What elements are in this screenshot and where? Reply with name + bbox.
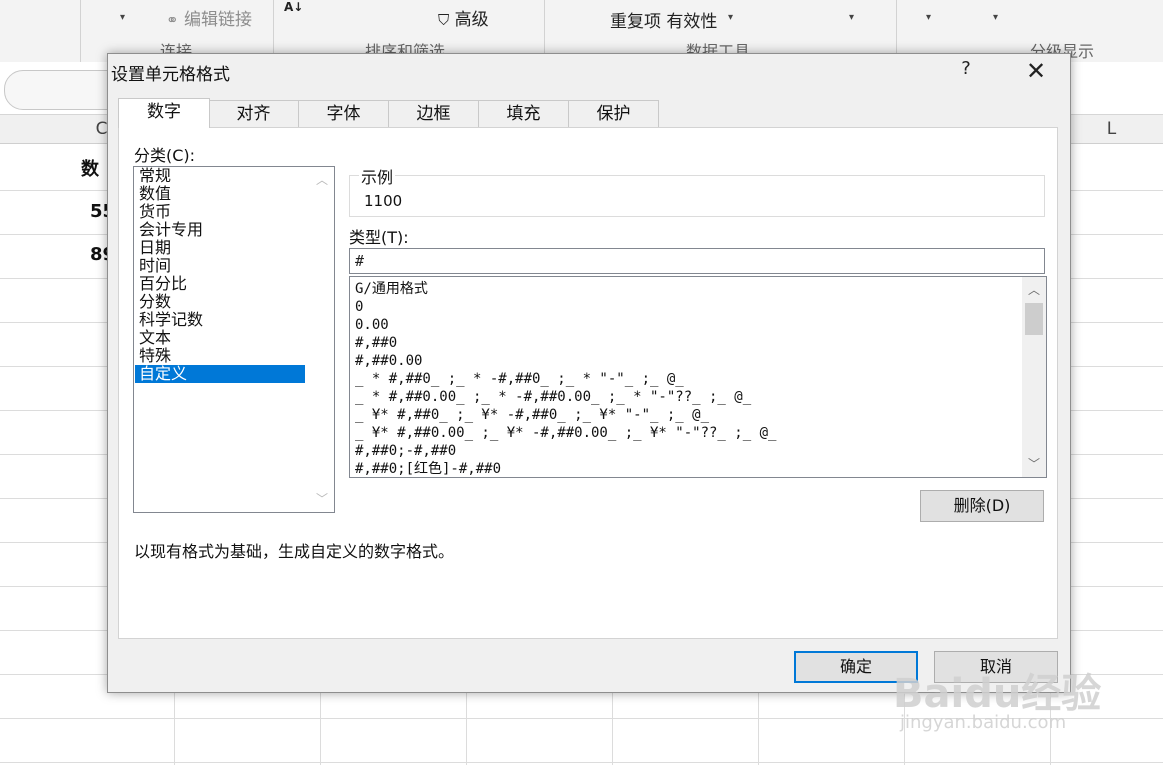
tab-number[interactable]: 数字 [118, 98, 210, 128]
cell-c1[interactable]: 数 [81, 155, 99, 181]
category-item[interactable]: 特殊 [135, 347, 305, 365]
sample-value: 1100 [364, 192, 403, 210]
category-item[interactable]: 数值 [135, 185, 305, 203]
tab-font[interactable]: 字体 [298, 100, 389, 128]
tab-alignment[interactable]: 对齐 [208, 100, 299, 128]
format-item[interactable]: #,##0.00 [355, 352, 1015, 370]
category-item[interactable]: 会计专用 [135, 221, 305, 239]
format-item[interactable]: _ ¥* #,##0.00_ ;_ ¥* -#,##0.00_ ;_ ¥* "-… [355, 424, 1015, 442]
remove-duplicates-validation[interactable]: 重复项 有效性 [610, 7, 717, 32]
category-label: 分类(C): [134, 146, 196, 165]
scroll-down-icon[interactable]: ﹀ [310, 488, 334, 510]
chevron-down-icon[interactable]: ▾ [993, 12, 998, 23]
scroll-down-icon[interactable]: ﹀ [1022, 453, 1046, 475]
edit-links-button[interactable]: ⚭ 编辑链接 [166, 5, 252, 30]
format-item[interactable]: #,##0 [355, 334, 1015, 352]
category-item[interactable]: 百分比 [135, 275, 305, 293]
category-item[interactable]: 文本 [135, 329, 305, 347]
format-item[interactable]: 0 [355, 298, 1015, 316]
chevron-down-icon[interactable]: ▾ [849, 12, 854, 23]
link-icon: ⚭ [166, 11, 179, 29]
scroll-up-icon[interactable]: ︿ [1022, 279, 1046, 301]
category-item[interactable]: 时间 [135, 257, 305, 275]
tab-border[interactable]: 边框 [388, 100, 479, 128]
scroll-up-icon[interactable]: ︿ [310, 169, 334, 191]
format-item[interactable]: _ * #,##0_ ;_ * -#,##0_ ;_ * "-"_ ;_ @_ [355, 370, 1015, 388]
chevron-down-icon[interactable]: ▾ [926, 12, 931, 23]
category-item[interactable]: 分数 [135, 293, 305, 311]
advanced-filter-button[interactable]: ⛉ 高级 [438, 5, 489, 30]
sample-label: 示例 [359, 164, 396, 188]
format-item[interactable]: G/通用格式 [355, 280, 1015, 298]
close-button[interactable]: ✕ [1013, 54, 1059, 88]
format-scrollbar[interactable]: ︿ ﹀ [1022, 277, 1046, 477]
ribbon-separator [80, 0, 81, 62]
category-scrollbar[interactable]: ︿ ﹀ [310, 167, 334, 512]
delete-button[interactable]: 删除(D) [920, 490, 1044, 522]
chevron-down-icon[interactable]: ▾ [120, 12, 125, 23]
help-button[interactable]: ? [954, 58, 978, 79]
category-item-selected[interactable]: 自定义 [135, 365, 305, 383]
category-item[interactable]: 常规 [135, 167, 305, 185]
dialog-title: 设置单元格格式 [111, 65, 230, 85]
column-header-l[interactable]: L [1060, 115, 1163, 143]
scroll-thumb[interactable] [1025, 303, 1043, 335]
format-item[interactable]: 0.00 [355, 316, 1015, 334]
description-text: 以现有格式为基础，生成自定义的数字格式。 [134, 542, 455, 561]
format-item[interactable]: #,##0;-#,##0 [355, 442, 1015, 460]
close-icon: ✕ [1025, 57, 1047, 85]
format-cells-dialog: 设置单元格格式 ? ✕ 数字 对齐 字体 边框 填充 保护 分类(C): 常规 … [107, 53, 1071, 693]
type-input[interactable]: # [349, 248, 1045, 274]
category-item[interactable]: 科学记数 [135, 311, 305, 329]
tab-fill[interactable]: 填充 [478, 100, 569, 128]
number-tab-panel: 分类(C): 常规 数值 货币 会计专用 日期 时间 百分比 分数 科学记数 文… [118, 127, 1058, 639]
baidu-watermark: Baidu经验 [893, 671, 1102, 717]
chevron-down-icon[interactable]: ▾ [728, 12, 733, 23]
baidu-watermark-url: jingyan.baidu.com [900, 712, 1067, 733]
type-label: 类型(T): [349, 228, 409, 247]
category-item[interactable]: 日期 [135, 239, 305, 257]
sort-az-icon[interactable]: A↓ [284, 0, 303, 14]
format-item[interactable]: _ * #,##0.00_ ;_ * -#,##0.00_ ;_ * "-"??… [355, 388, 1015, 406]
sample-box [349, 175, 1045, 217]
category-item[interactable]: 货币 [135, 203, 305, 221]
category-list[interactable]: 常规 数值 货币 会计专用 日期 时间 百分比 分数 科学记数 文本 特殊 自定… [133, 166, 335, 513]
format-item[interactable]: #,##0;[红色]-#,##0 [355, 460, 1015, 477]
filter-icon: ⛉ [438, 11, 450, 29]
format-item[interactable]: _ ¥* #,##0_ ;_ ¥* -#,##0_ ;_ ¥* "-"_ ;_ … [355, 406, 1015, 424]
format-list[interactable]: G/通用格式 0 0.00 #,##0 #,##0.00 _ * #,##0_ … [349, 276, 1047, 478]
tab-protection[interactable]: 保护 [568, 100, 659, 128]
